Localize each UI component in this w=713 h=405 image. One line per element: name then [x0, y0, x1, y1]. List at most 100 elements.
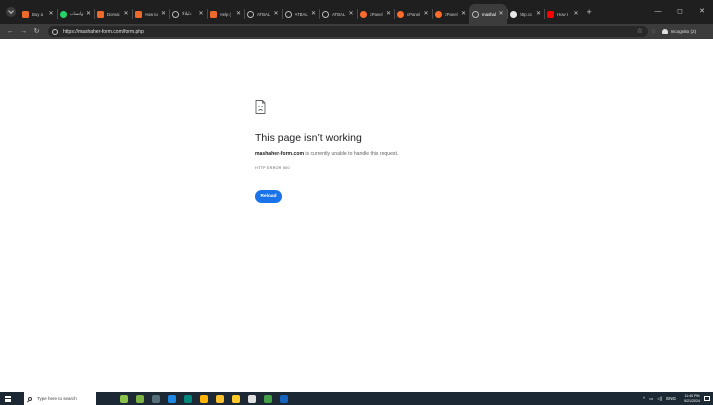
taskbar-app-icon[interactable] [168, 394, 176, 403]
tab-title: cPanel [407, 11, 421, 17]
tray-chevron-icon[interactable]: ^ [643, 396, 645, 401]
minimize-button[interactable]: — [647, 0, 669, 24]
tab-close-icon[interactable]: ✕ [161, 11, 166, 17]
tab-title: Buy a [32, 11, 43, 17]
browser-tab[interactable]: Help (✕ [206, 4, 245, 24]
taskbar-app-icon[interactable] [152, 394, 160, 403]
site-info-icon[interactable] [52, 28, 58, 35]
sad-page-icon [255, 100, 266, 114]
windows-logo-icon [5, 395, 11, 402]
incognito-icon [661, 29, 668, 34]
taskbar-app-icon[interactable] [216, 394, 224, 403]
github-icon [509, 10, 517, 18]
browser-tab[interactable]: دليلالا ✕ [169, 4, 207, 24]
tab-close-icon[interactable]: ✕ [386, 11, 391, 17]
tab-close-icon[interactable]: ✕ [461, 11, 466, 17]
error-title: This page isn’t working [255, 132, 362, 144]
youtube-icon [547, 10, 554, 18]
tab-title: How to [144, 11, 158, 17]
tab-title: ATBAL [257, 11, 271, 17]
tab-title: واتساب [69, 11, 84, 16]
taskbar-app-icon[interactable] [280, 394, 288, 403]
toolbar-right: ◌ Incognito (2) [652, 29, 696, 35]
browser-tab[interactable]: cPanel ✕ [356, 4, 395, 24]
page-content: This page isn’t working mashaher-form.co… [0, 39, 713, 392]
whatsapp-icon [59, 10, 67, 18]
bookmark-star-icon[interactable]: ☆ [637, 28, 643, 35]
start-button[interactable] [0, 392, 16, 405]
tab-close-icon[interactable]: ✕ [236, 11, 241, 17]
tab-close-icon[interactable]: ✕ [423, 11, 428, 17]
tab-title: cPanel [444, 11, 458, 17]
volume-icon[interactable]: ◁) [657, 396, 662, 402]
tab-close-icon[interactable]: ✕ [536, 11, 541, 17]
tab-close-icon[interactable]: ✕ [273, 11, 278, 17]
browser-tab[interactable]: Domai ✕ [94, 4, 132, 24]
tab-close-icon[interactable]: ✕ [48, 11, 53, 17]
tab-close-icon[interactable]: ✕ [86, 11, 91, 17]
browser-tab[interactable]: mashal ✕ [469, 4, 507, 24]
tab-close-icon[interactable]: ✕ [311, 11, 316, 17]
tab-close-icon[interactable]: ✕ [198, 11, 203, 17]
reload-button[interactable]: Reload [255, 190, 282, 203]
browser-tab[interactable]: How to ✕ [131, 4, 170, 24]
browser-tab[interactable]: ATBAL ✕ [319, 4, 357, 24]
browser-tab[interactable]: Buy a ✕ [19, 4, 57, 24]
taskbar-app-icon[interactable] [248, 394, 256, 403]
new-tab-button[interactable]: + [587, 7, 592, 17]
error-description-text: is currently unable to handle this reque… [303, 151, 399, 157]
browser-tab[interactable]: ATBAL ✕ [281, 4, 320, 24]
taskbar-app-icon[interactable] [184, 394, 192, 403]
orange-square-icon [209, 10, 217, 18]
cpanel-icon [359, 10, 367, 18]
browser-tab[interactable]: واتساب ✕ [56, 4, 95, 24]
taskbar-app-icon[interactable] [136, 394, 144, 403]
taskbar-app-icon[interactable] [200, 394, 208, 403]
close-window-button[interactable]: ✕ [691, 0, 713, 24]
browser-toolbar: ← → ↻ https://mashaher-form.com/form.php… [0, 24, 713, 39]
tab-title: دليلالا [182, 11, 192, 16]
globe-icon [172, 10, 179, 18]
incognito-indicator[interactable]: Incognito (2) [661, 29, 697, 34]
forward-button[interactable]: → [17, 24, 30, 39]
browser-tab[interactable]: How t ✕ [544, 4, 582, 24]
reload-page-button[interactable]: ↻ [30, 24, 43, 39]
globe-icon [322, 10, 329, 18]
taskbar-app-icon[interactable] [264, 394, 272, 403]
tab-close-icon[interactable]: ✕ [123, 11, 128, 17]
tab-close-icon[interactable]: ✕ [348, 11, 353, 17]
orange-square-icon [134, 10, 142, 18]
browser-tab[interactable]: ATBAL ✕ [244, 4, 282, 24]
language-indicator[interactable]: ENG [666, 396, 676, 401]
browser-tab[interactable]: http.cc ✕ [506, 4, 545, 24]
incognito-label: Incognito (2) [670, 29, 697, 34]
network-icon[interactable]: ▭ [649, 396, 653, 402]
cpanel-icon [434, 10, 442, 18]
tab-close-icon[interactable]: ✕ [498, 11, 503, 17]
notification-icon[interactable] [704, 396, 710, 401]
tab-title: How t [557, 11, 568, 17]
tab-title: mashal [482, 11, 496, 17]
orange-square-icon [97, 10, 104, 18]
error-host: mashaher-form.com [255, 151, 304, 157]
clock-date: 5/21/2024 [684, 398, 700, 403]
clock[interactable]: 11:40 PM 5/21/2024 [684, 394, 700, 402]
tab-search-icon[interactable] [6, 7, 16, 17]
eye-off-icon[interactable]: ◌ [652, 29, 656, 35]
tab-close-icon[interactable]: ✕ [573, 11, 578, 17]
search-placeholder: Type here to search [37, 396, 77, 401]
taskbar-search[interactable]: Type here to search [24, 392, 96, 405]
tab-title: http.cc [519, 11, 533, 17]
taskbar-app-icon[interactable] [232, 394, 240, 403]
tab-list: Buy a ✕ واتساب ✕ Domai ✕ How to ✕ دليلالا ✕ Help (… [19, 0, 582, 24]
tab-title: Domai [107, 11, 120, 17]
back-button[interactable]: ← [4, 24, 17, 39]
browser-tab[interactable]: cPanel ✕ [394, 4, 432, 24]
browser-tab[interactable]: cPanel ✕ [431, 4, 470, 24]
address-bar[interactable]: https://mashaher-form.com/form.php ☆ [48, 26, 648, 37]
url-text[interactable]: https://mashaher-form.com/form.php [63, 29, 144, 35]
taskbar-app-icon[interactable] [120, 394, 128, 403]
tab-title: ATBAL [294, 11, 308, 17]
maximize-button[interactable]: ◻ [669, 0, 691, 24]
error-code: HTTP ERROR 500 [255, 166, 290, 170]
